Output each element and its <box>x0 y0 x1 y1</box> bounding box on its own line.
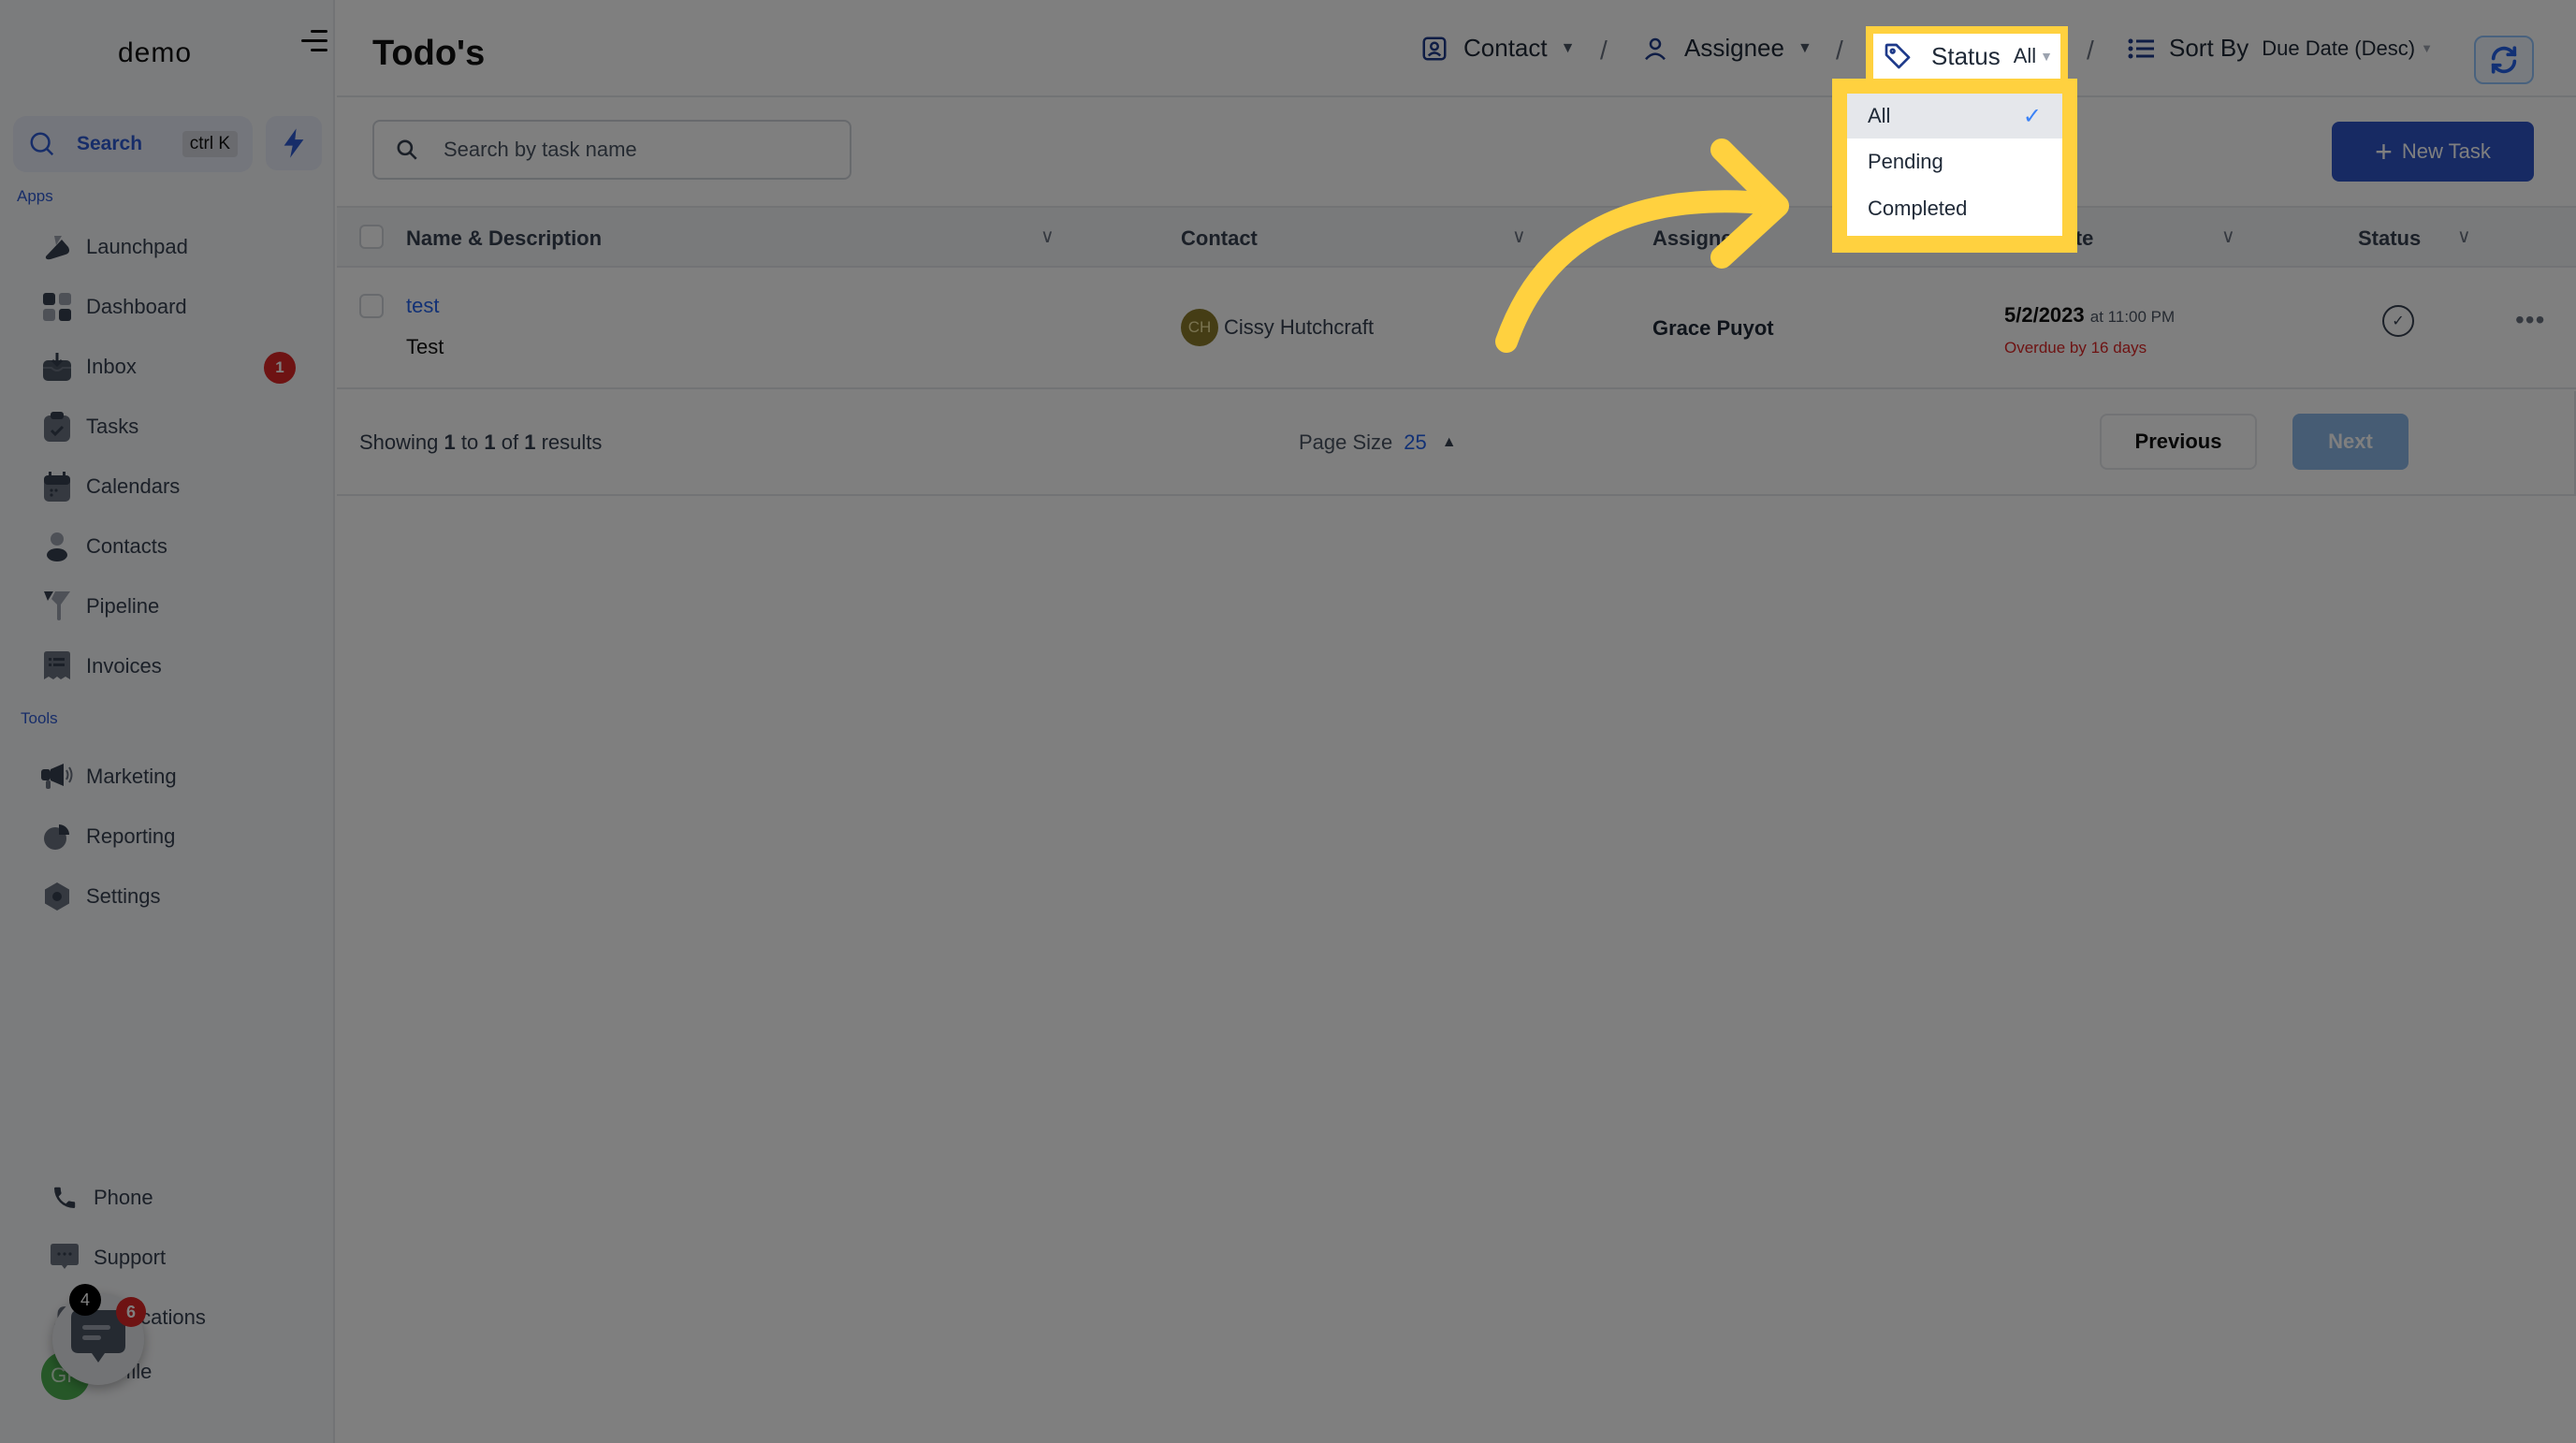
check-icon: ✓ <box>2022 103 2042 129</box>
status-filter-highlight: Status All ▼ <box>1866 26 2069 86</box>
dim-overlay <box>0 0 2576 1443</box>
status-dropdown-menu: All ✓ Pending Completed <box>1847 94 2062 236</box>
status-option-completed[interactable]: Completed <box>1847 185 2062 232</box>
status-filter-value: All <box>2013 44 2037 67</box>
option-label: Pending <box>1868 150 1943 173</box>
status-filter[interactable]: Status All ▼ <box>1873 34 2061 79</box>
option-label: Completed <box>1868 197 1968 220</box>
status-filter-label: Status <box>1931 41 2001 70</box>
option-label: All <box>1868 104 1891 127</box>
status-option-all[interactable]: All ✓ <box>1847 94 2062 138</box>
tag-icon <box>1883 41 1913 71</box>
status-option-pending[interactable]: Pending <box>1847 138 2062 185</box>
status-dropdown-highlight: All ✓ Pending Completed <box>1832 79 2077 253</box>
chevron-down-icon: ▼ <box>2040 49 2054 64</box>
